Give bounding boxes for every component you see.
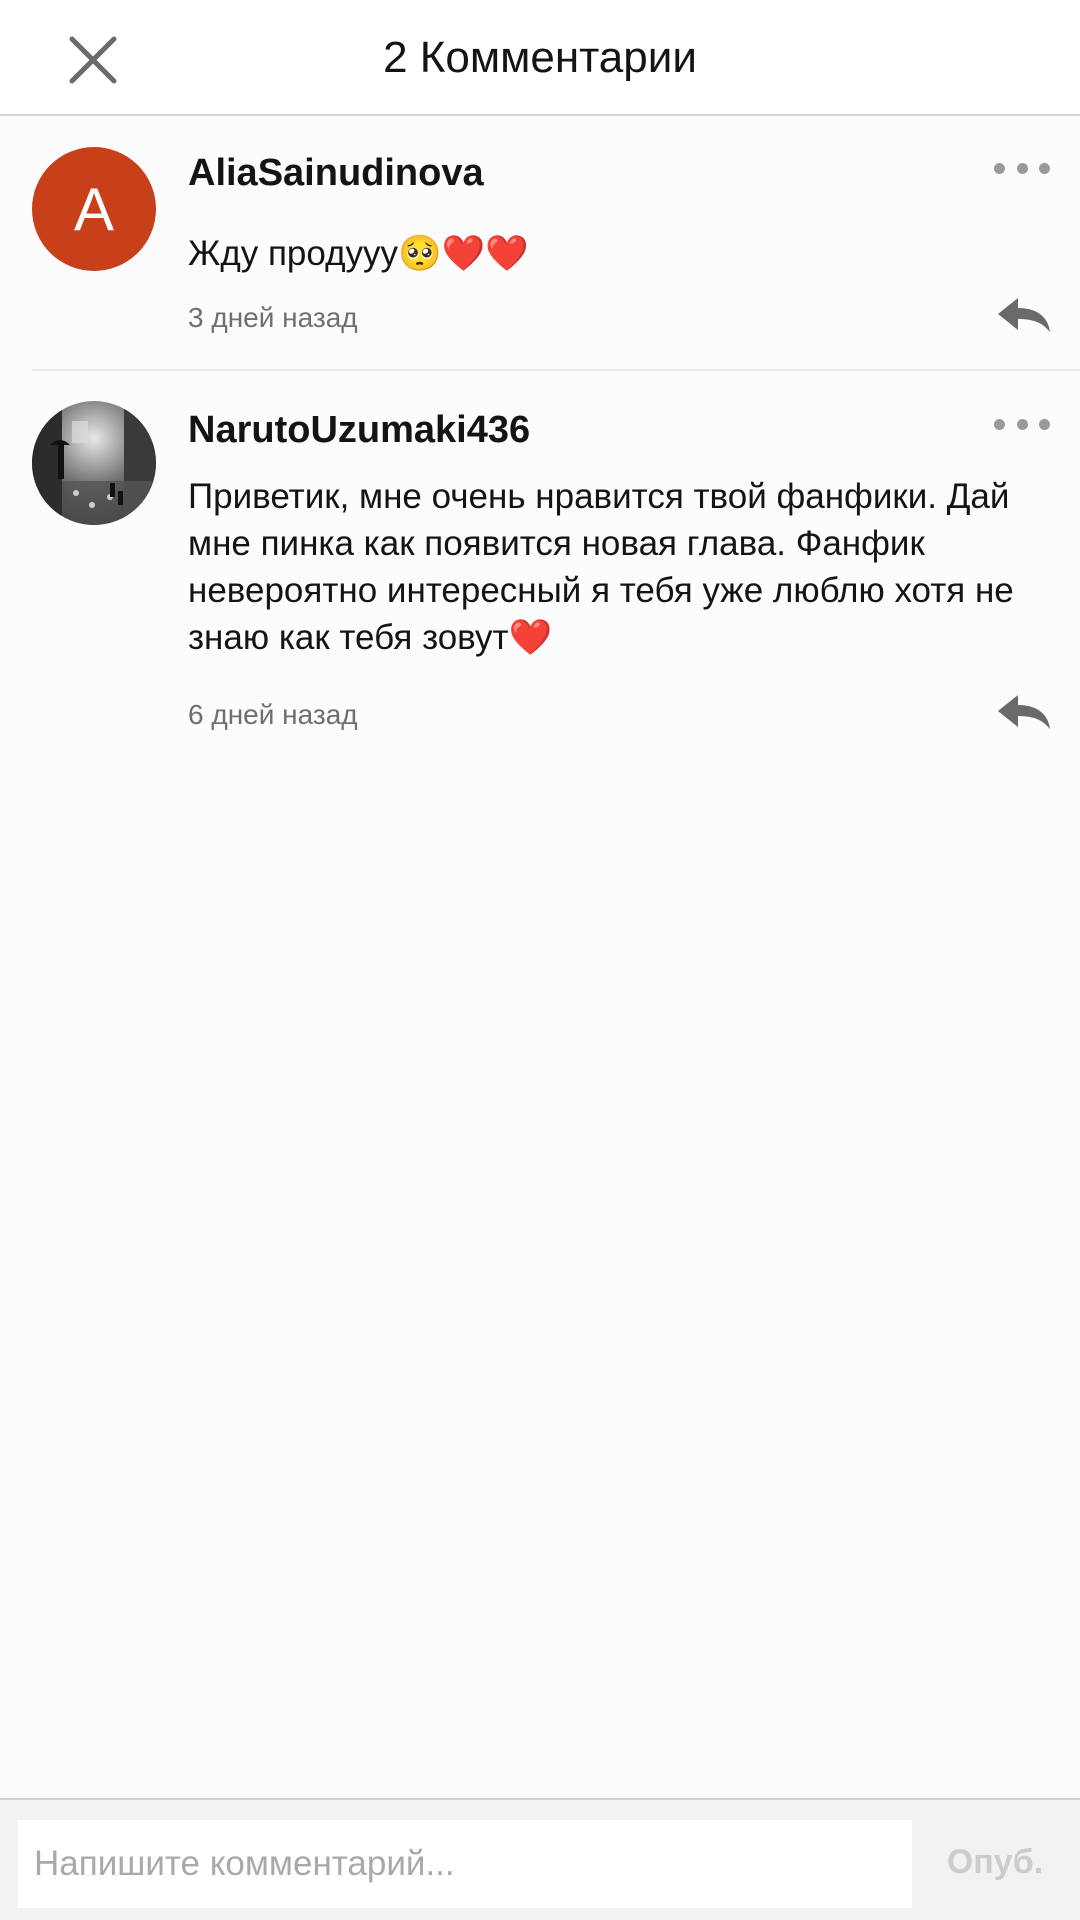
comment-username[interactable]: NarutoUzumaki436	[188, 407, 530, 453]
comment-text: Жду продууу🥺❤️❤️	[188, 234, 529, 273]
publish-button[interactable]: Опуб.	[930, 1838, 1060, 1886]
comment-item: A AliaSainudinova Жду продууу🥺❤️❤️ 3 дне…	[0, 116, 1080, 368]
more-dots-icon	[994, 418, 1005, 430]
page-title: 2 Комментарии	[383, 33, 697, 82]
comment-text: Приветик, мне очень нравится твой фанфик…	[188, 477, 1014, 657]
header-bar: 2 Комментарии	[0, 0, 1080, 116]
photo-avatar-image	[32, 401, 156, 525]
more-dot	[1039, 162, 1050, 174]
comment-more-button[interactable]	[994, 156, 1050, 180]
more-dot	[1039, 418, 1050, 430]
reply-arrow-icon	[998, 298, 1050, 332]
comment-composer: Опуб.	[0, 1798, 1080, 1920]
comment-timestamp: 3 дней назад	[188, 302, 358, 333]
comment-username[interactable]: AliaSainudinova	[188, 150, 484, 196]
avatar[interactable]: A	[32, 147, 156, 271]
more-dot	[1016, 162, 1028, 174]
comments-screen: 2 Комментарии A AliaSainudinova Жду прод…	[0, 0, 1080, 1920]
reply-button[interactable]	[996, 296, 1052, 336]
avatar-letter: A	[73, 175, 115, 243]
more-dots-icon	[994, 162, 1005, 174]
comment-input[interactable]	[18, 1820, 912, 1908]
reply-button[interactable]	[996, 693, 1052, 733]
comment-item: NarutoUzumaki436 Приветик, мне очень нра…	[0, 371, 1080, 751]
comment-timestamp: 6 дней назад	[188, 699, 358, 730]
comment-more-button[interactable]	[994, 412, 1050, 436]
reply-arrow-icon	[998, 695, 1050, 729]
avatar[interactable]	[32, 401, 156, 525]
more-dot	[1016, 418, 1028, 430]
